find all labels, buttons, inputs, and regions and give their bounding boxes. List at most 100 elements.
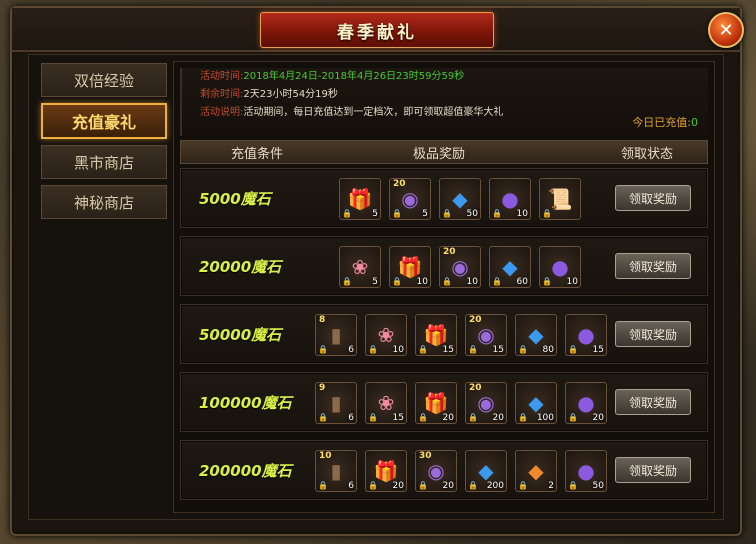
reward-slot[interactable]: ◆ 🔒 80: [515, 314, 557, 356]
activity-time-line: 活动时间:2018年4月24日-2018年4月26日23时59分59秒: [200, 68, 708, 86]
reward-slot[interactable]: ● 🔒 20: [565, 382, 607, 424]
lock-icon: 🔒: [568, 413, 578, 422]
lock-icon: 🔒: [492, 277, 502, 286]
lock-icon: 🔒: [418, 413, 428, 422]
claim-reward-button[interactable]: 领取奖励: [615, 185, 691, 211]
lock-icon: 🔒: [368, 345, 378, 354]
lock-icon: 🔒: [568, 481, 578, 490]
reward-slot[interactable]: ◆ 🔒 60: [489, 246, 531, 288]
table-row: 100000魔石 ▮ 9 🔒 6 ❀ 🔒 15 🎁 🔒 20 ◉ 20 🔒 20 ◆ 🔒 100 ● 🔒 20 领取奖励: [180, 372, 708, 432]
item-level: 20: [469, 315, 482, 325]
window-body: 双倍经验 充值豪礼 黑市商店 神秘商店 活动时间:2018年4月24日-2018…: [28, 54, 724, 520]
item-count: 20: [492, 413, 504, 423]
reward-slot[interactable]: 🎁 🔒 15: [415, 314, 457, 356]
soul-orb-icon: ◉: [477, 323, 495, 347]
reward-slot[interactable]: ❀ 🔒 10: [365, 314, 407, 356]
reward-slot[interactable]: ● 🔒 10: [539, 246, 581, 288]
reward-slot[interactable]: ❀ 🔒 5: [339, 246, 381, 288]
lock-icon: 🔒: [418, 345, 428, 354]
soul-orb-icon: ◉: [451, 255, 469, 279]
reward-slot[interactable]: ◆ 🔒 2: [515, 450, 557, 492]
blue-gem-icon: ◆: [502, 255, 518, 279]
close-button[interactable]: ✕: [708, 12, 744, 48]
item-count: 15: [442, 345, 454, 355]
recharge-condition: 5000魔石: [199, 189, 271, 208]
reward-slot[interactable]: 🎁 🔒 10: [389, 246, 431, 288]
tab-black-market[interactable]: 黑市商店: [41, 145, 167, 179]
exp-orb-icon: ●: [577, 323, 595, 347]
item-count: 6: [348, 345, 354, 355]
header-rewards: 极品奖励: [413, 146, 466, 162]
lock-icon: 🔒: [342, 277, 352, 286]
item-count: 2: [548, 481, 554, 491]
title-bar: 春季献礼: [12, 8, 740, 52]
claim-reward-button[interactable]: 领取奖励: [615, 321, 691, 347]
reward-slot[interactable]: ● 🔒 10: [489, 178, 531, 220]
item-level: 20: [469, 383, 482, 393]
tab-double-exp[interactable]: 双倍经验: [41, 63, 167, 97]
card-icon: ▮: [330, 323, 342, 347]
reward-slot[interactable]: ◆ 🔒 200: [465, 450, 507, 492]
recharge-condition: 20000魔石: [199, 257, 282, 276]
item-count: 5: [372, 277, 378, 287]
gold-gift-box-icon: 🎁: [373, 459, 399, 483]
item-level: 20: [443, 247, 456, 257]
card-icon: ▮: [330, 459, 342, 483]
tab-recharge-gift[interactable]: 充值豪礼: [41, 103, 167, 139]
remaining-time-line: 剩余时间:2天23小时54分19秒: [200, 86, 708, 104]
reward-slot[interactable]: ▮ 10 🔒 6: [315, 450, 357, 492]
reward-slot[interactable]: ▮ 8 🔒 6: [315, 314, 357, 356]
soul-orb-icon: ◉: [427, 459, 445, 483]
soul-orb-icon: ◉: [401, 187, 419, 211]
reward-slot[interactable]: ◆ 🔒 100: [515, 382, 557, 424]
claim-reward-button[interactable]: 领取奖励: [615, 457, 691, 483]
item-level: 9: [319, 383, 326, 393]
item-count: 20: [392, 481, 404, 491]
reward-slot[interactable]: 🎁 🔒 20: [365, 450, 407, 492]
today-recharged-value: 0: [691, 116, 698, 129]
claim-reward-button[interactable]: 领取奖励: [615, 389, 691, 415]
reward-slot[interactable]: 🎁 🔒 5: [339, 178, 381, 220]
reward-slot[interactable]: ◉ 30 🔒 20: [415, 450, 457, 492]
reward-items: ▮ 10 🔒 6 🎁 🔒 20 ◉ 30 🔒 20 ◆ 🔒 200 ◆ 🔒 2 ● 🔒 50: [315, 450, 607, 492]
reward-slot[interactable]: ◉ 20 🔒 20: [465, 382, 507, 424]
reward-items: ▮ 8 🔒 6 ❀ 🔒 10 🎁 🔒 15 ◉ 20 🔒 15 ◆ 🔒 80 ● 🔒 15: [315, 314, 607, 356]
window-title: 春季献礼: [337, 22, 417, 43]
reward-slot[interactable]: 🎁 🔒 20: [415, 382, 457, 424]
item-count: 15: [392, 413, 404, 423]
card-icon: ▮: [330, 391, 342, 415]
lock-icon: 🔒: [392, 209, 402, 218]
reward-slot[interactable]: ◉ 20 🔒 10: [439, 246, 481, 288]
item-count: 60: [516, 277, 528, 287]
item-count: 20: [442, 413, 454, 423]
lock-icon: 🔒: [468, 413, 478, 422]
reward-slot[interactable]: ❀ 🔒 15: [365, 382, 407, 424]
activity-time-value: 2018年4月24日-2018年4月26日23时59分59秒: [243, 71, 465, 82]
reward-rows: 5000魔石 🎁 🔒 5 ◉ 20 🔒 5 ◆ 🔒 50 ● 🔒 10 📜 🔒 领取奖励 20000魔石 ❀ 🔒 5 🎁 🔒…: [180, 168, 708, 508]
reward-slot[interactable]: 📜 🔒: [539, 178, 581, 220]
claim-reward-button[interactable]: 领取奖励: [615, 253, 691, 279]
lotus-icon: ❀: [377, 391, 395, 415]
item-level: 30: [419, 451, 432, 461]
reward-slot[interactable]: ◆ 🔒 50: [439, 178, 481, 220]
reward-slot[interactable]: ● 🔒 15: [565, 314, 607, 356]
today-recharged-label: 今日已充值:: [632, 116, 691, 129]
lotus-icon: ❀: [351, 255, 369, 279]
fire-gem-icon: ◆: [528, 459, 544, 483]
gift-box-icon: 🎁: [423, 323, 449, 347]
reward-slot[interactable]: ● 🔒 50: [565, 450, 607, 492]
tab-mystery-shop[interactable]: 神秘商店: [41, 185, 167, 219]
lock-icon: 🔒: [542, 209, 552, 218]
reward-slot[interactable]: ◉ 20 🔒 5: [389, 178, 431, 220]
reward-slot[interactable]: ▮ 9 🔒 6: [315, 382, 357, 424]
scroll-icon: 📜: [547, 187, 573, 211]
lock-icon: 🔒: [318, 481, 328, 490]
lock-icon: 🔒: [342, 209, 352, 218]
gift-box-icon: 🎁: [347, 187, 373, 211]
lock-icon: 🔒: [392, 277, 402, 286]
item-count: 20: [592, 413, 604, 423]
lock-icon: 🔒: [468, 481, 478, 490]
blue-gem-icon: ◆: [528, 391, 544, 415]
lock-icon: 🔒: [442, 209, 452, 218]
reward-slot[interactable]: ◉ 20 🔒 15: [465, 314, 507, 356]
